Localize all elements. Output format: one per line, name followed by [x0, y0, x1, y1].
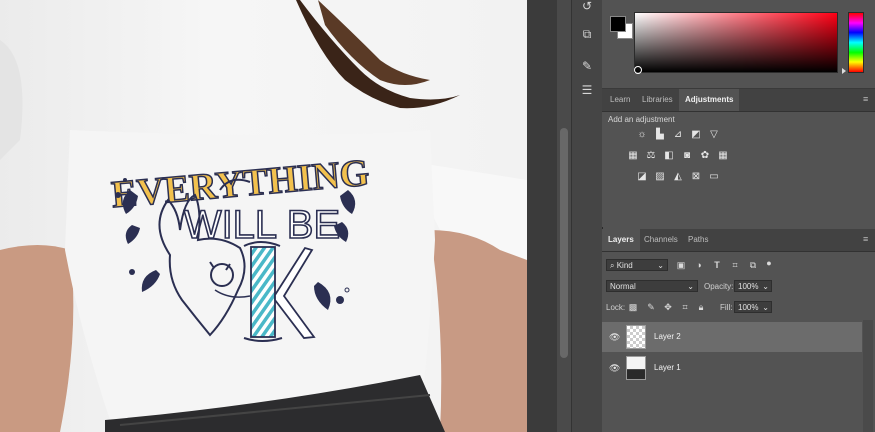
layer-thumbnail [626, 325, 646, 349]
filter-toggle-icon[interactable]: ● [764, 258, 774, 268]
eye-icon[interactable]: 👁︎ [609, 332, 620, 342]
black-white-icon[interactable]: ◧ [663, 150, 675, 161]
tshirt-photo: EVERYTHING WILL BE [0, 0, 527, 432]
tshirt-illustration: EVERYTHING WILL BE [0, 0, 527, 432]
filter-adjustment-icon[interactable]: ◑ [694, 260, 704, 270]
filter-kind-dropdown[interactable]: ⌕ Kind ⌄ [606, 259, 668, 271]
lock-image-icon[interactable]: ✎ [646, 302, 656, 312]
lock-all-icon[interactable]: 🔒︎ [696, 302, 706, 312]
3d-cube-icon[interactable]: ⧉ [579, 26, 595, 42]
tab-libraries[interactable]: Libraries [636, 89, 679, 111]
photo-filter-icon[interactable]: ◙ [681, 150, 693, 161]
opacity-input[interactable]: 100% ⌄ [734, 280, 772, 292]
opacity-label: Opacity: [704, 282, 734, 291]
adjustments-tabbar: Learn Libraries Adjustments ≡ [602, 89, 875, 112]
hue-saturation-icon[interactable]: ▦ [627, 150, 639, 161]
tab-learn[interactable]: Learn [604, 89, 636, 111]
layers-panel-menu-icon[interactable]: ≡ [863, 235, 871, 244]
lock-transparent-icon[interactable]: ▩ [628, 302, 638, 312]
properties-sliders-icon[interactable]: ☰ [579, 82, 595, 98]
add-adjustment-label: Add an adjustment [608, 115, 675, 124]
brush-settings-icon[interactable]: ✎ [579, 58, 595, 74]
filter-shape-icon[interactable]: ⌗ [730, 260, 740, 270]
color-panel [602, 0, 875, 89]
pasteboard [527, 0, 557, 432]
color-picker-field[interactable] [634, 12, 838, 73]
layers-panel: Layers Channels Paths ≡ ⌕ Kind ⌄ ▣ ◑ T ⌗… [602, 229, 875, 432]
posterize-icon[interactable]: ▨ [654, 171, 666, 182]
adjustments-panel: Learn Libraries Adjustments ≡ Add an adj… [602, 89, 875, 227]
selective-color-icon[interactable]: ⊠ [690, 171, 702, 182]
color-field-cursor[interactable] [634, 66, 642, 74]
tab-adjustments[interactable]: Adjustments [679, 89, 740, 111]
channel-mixer-icon[interactable]: ✿ [699, 150, 711, 161]
layer-name[interactable]: Layer 1 [654, 363, 681, 372]
color-balance-icon[interactable]: ⚖ [645, 150, 657, 161]
foreground-color-swatch[interactable] [610, 16, 626, 32]
document-canvas[interactable]: EVERYTHING WILL BE [0, 0, 527, 432]
tab-paths[interactable]: Paths [682, 229, 714, 251]
blend-mode-dropdown[interactable]: Normal ⌄ [606, 280, 698, 292]
chevron-down-icon: ⌄ [762, 303, 769, 312]
lock-artboard-icon[interactable]: ⌗ [680, 302, 690, 312]
panel-menu-icon[interactable]: ≡ [863, 95, 871, 104]
lock-position-icon[interactable]: ✥ [663, 302, 673, 312]
layer-filter-row: ⌕ Kind ⌄ ▣ ◑ T ⌗ ⧉ ● [602, 257, 875, 275]
filter-pixel-icon[interactable]: ▣ [676, 260, 686, 270]
layers-scrollbar[interactable] [863, 320, 873, 432]
blend-row: Normal ⌄ Opacity: 100% ⌄ [602, 279, 875, 295]
invert-icon[interactable]: ◪ [636, 171, 648, 182]
lock-row: Lock: ▩ ✎ ✥ ⌗ 🔒︎ Fill: 100% ⌄ [602, 300, 875, 316]
canvas-scroll-thumb[interactable] [560, 128, 568, 358]
exposure-icon[interactable]: ◩ [690, 129, 702, 140]
history-icon[interactable]: ↺ [579, 0, 595, 14]
levels-icon[interactable]: ▙ [654, 129, 666, 140]
search-icon: ⌕ [610, 261, 615, 270]
blend-mode-value: Normal [610, 282, 636, 291]
opacity-value: 100% [738, 282, 759, 291]
lock-label: Lock: [606, 303, 626, 312]
layer-row-layer-1[interactable]: 👁︎ Layer 1 [602, 353, 862, 383]
layer-thumbnail [626, 356, 646, 380]
artwork-line-will-be: WILL BE [184, 203, 340, 247]
curves-icon[interactable]: ⊿ [672, 129, 684, 140]
layers-tabbar: Layers Channels Paths ≡ [602, 229, 875, 252]
layer-name[interactable]: Layer 2 [654, 332, 681, 341]
gradient-map-icon[interactable]: ▭ [708, 171, 720, 182]
color-lookup-icon[interactable]: ▦ [717, 150, 729, 161]
chevron-down-icon: ⌄ [762, 282, 769, 291]
vibrance-icon[interactable]: ▽ [708, 129, 720, 140]
fill-input[interactable]: 100% ⌄ [734, 301, 772, 313]
fill-value: 100% [738, 303, 759, 312]
tab-channels[interactable]: Channels [638, 229, 684, 251]
panel-icon-strip: ↺ ⧉ ✎ ☰ [571, 0, 603, 432]
chevron-down-icon: ⌄ [687, 282, 694, 291]
layer-row-layer-2[interactable]: 👁︎ Layer 2 [602, 322, 862, 352]
filter-type-icon[interactable]: T [712, 260, 722, 270]
chevron-down-icon: ⌄ [657, 261, 664, 270]
fill-label: Fill: [720, 303, 733, 312]
hue-slider[interactable] [848, 12, 864, 73]
hue-slider-handle[interactable] [842, 68, 846, 74]
filter-smart-object-icon[interactable]: ⧉ [748, 260, 758, 270]
brightness-contrast-icon[interactable]: ☼ [636, 129, 648, 140]
filter-kind-value: Kind [616, 261, 633, 270]
eye-icon[interactable]: 👁︎ [609, 363, 620, 373]
threshold-icon[interactable]: ◭ [672, 171, 684, 182]
tab-layers[interactable]: Layers [602, 229, 640, 251]
